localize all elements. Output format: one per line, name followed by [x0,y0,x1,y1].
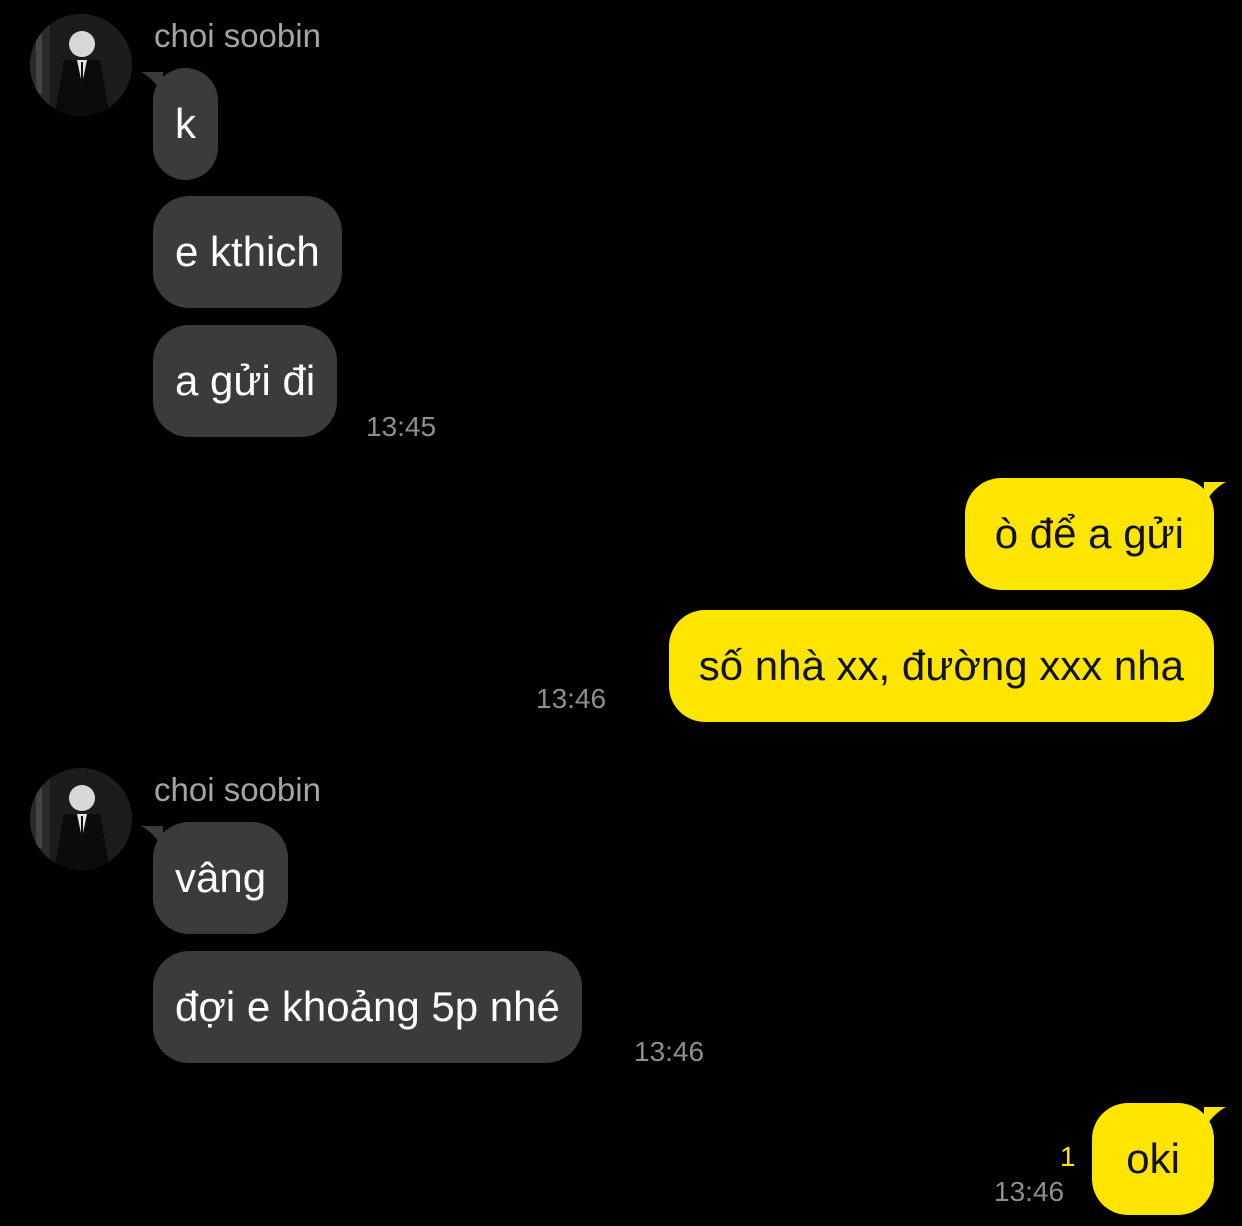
sender-avatar[interactable] [30,14,132,116]
avatar-photo-icon [30,768,132,870]
unread-count: 1 [1060,1141,1076,1172]
bubble-tail-icon [141,826,163,848]
avatar-photo-icon [30,14,132,116]
incoming-message-bubble[interactable]: đợi e khoảng 5p nhé [153,951,582,1063]
message-timestamp: 13:46 [994,1176,1065,1207]
sender-avatar[interactable] [30,768,132,870]
message-timestamp: 13:45 [366,411,437,442]
message-text: k [175,100,196,147]
message-timestamp: 13:46 [536,683,607,714]
bubble-tail-icon [1204,482,1226,504]
sender-name: choi soobin [154,771,321,808]
bubble-tail-icon [1204,1107,1226,1129]
bubble-tail-icon [141,72,163,94]
message-timestamp: 13:46 [634,1036,705,1067]
message-text: e kthich [175,228,320,275]
incoming-message-bubble[interactable]: k [141,68,218,180]
message-text: đợi e khoảng 5p nhé [175,983,560,1030]
outgoing-message-bubble[interactable]: số nhà xx, đường xxx nha [668,610,1214,722]
incoming-message-bubble[interactable]: vâng [141,822,289,934]
message-text: số nhà xx, đường xxx nha [698,642,1184,689]
outgoing-message-bubble[interactable]: ò để a gửi [964,478,1226,590]
message-text: vâng [175,854,267,901]
sender-name: choi soobin [154,17,321,54]
incoming-message-bubble[interactable]: a gửi đi [153,325,338,437]
message-text: a gửi đi [175,357,316,404]
message-text: ò để a gửi [994,510,1184,557]
message-text: oki [1126,1135,1180,1182]
incoming-message-bubble[interactable]: e kthich [153,196,342,308]
outgoing-message-bubble[interactable]: oki [1092,1103,1226,1215]
